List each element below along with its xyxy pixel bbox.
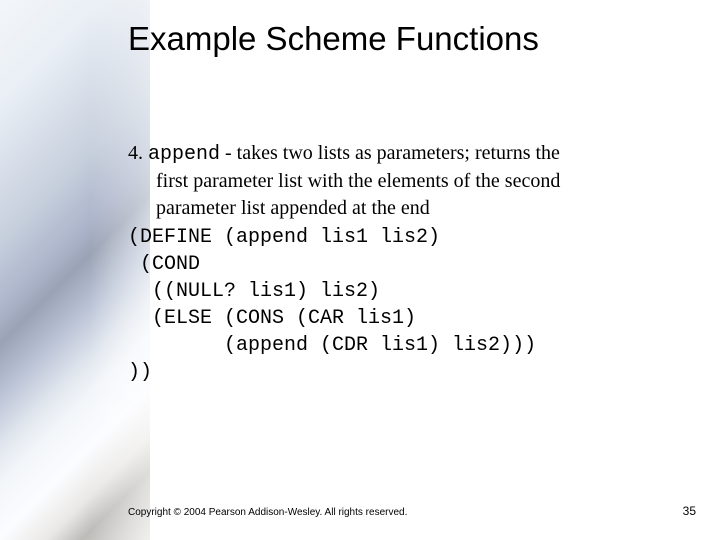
code-line-2: (COND: [128, 253, 200, 276]
code-line-6: )): [128, 361, 152, 384]
item-number: 4.: [128, 142, 143, 164]
desc-line-3: parameter list appended at the end: [128, 195, 688, 222]
slide-title: Example Scheme Functions: [128, 20, 539, 58]
code-block: (DEFINE (append lis1 lis2) (COND ((NULL?…: [128, 224, 688, 386]
function-name: append: [148, 143, 220, 166]
desc-part1: - takes two lists as parameters; returns…: [220, 142, 560, 164]
code-line-5: (append (CDR lis1) lis2))): [128, 334, 536, 357]
desc-line-1: 4. append - takes two lists as parameter…: [128, 140, 688, 168]
desc-line-2: first parameter list with the elements o…: [128, 168, 688, 195]
code-line-4: (ELSE (CONS (CAR lis1): [128, 307, 416, 330]
page-number: 35: [683, 504, 696, 518]
code-line-1: (DEFINE (append lis1 lis2): [128, 226, 440, 249]
copyright-text: Copyright © 2004 Pearson Addison-Wesley.…: [128, 507, 407, 518]
slide-body: 4. append - takes two lists as parameter…: [128, 140, 688, 386]
code-line-3: ((NULL? lis1) lis2): [128, 280, 380, 303]
slide-container: Example Scheme Functions 4. append - tak…: [0, 0, 720, 540]
